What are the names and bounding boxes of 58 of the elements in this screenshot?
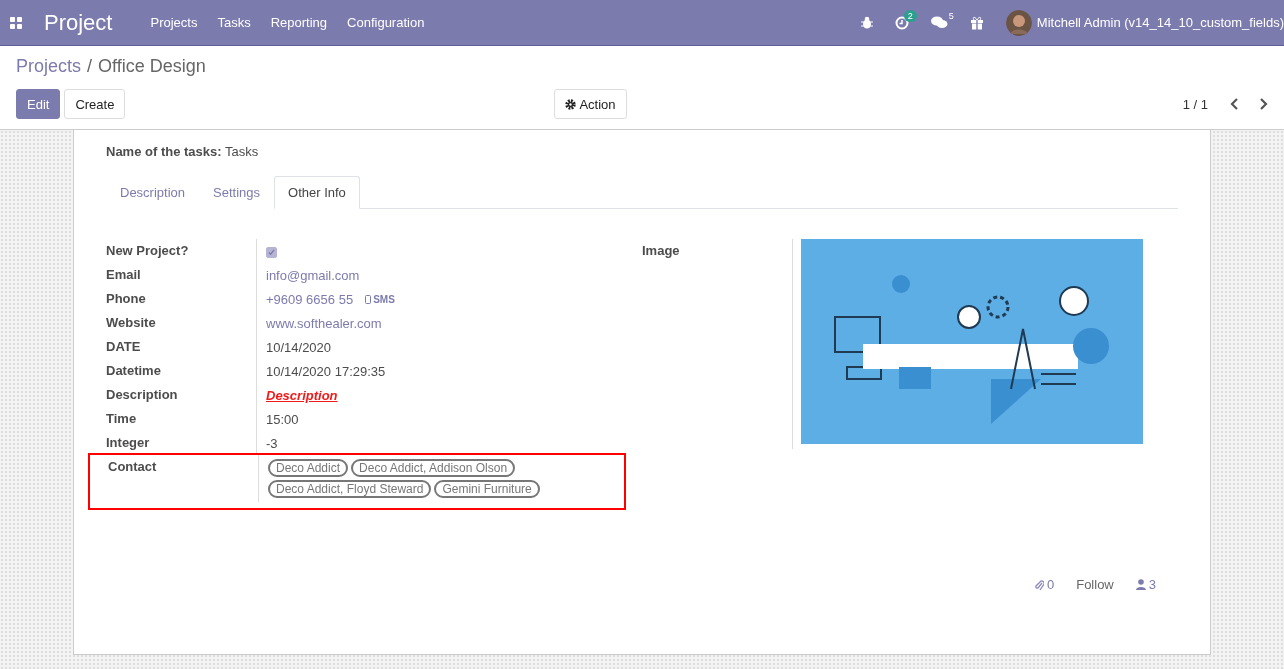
description-link[interactable]: Description [266,387,338,403]
clock-icon[interactable] [894,15,909,30]
tab[interactable]: Other Info [274,176,360,209]
menu-item[interactable]: Tasks [207,15,261,30]
breadcrumb-separator: / [87,56,93,77]
menu-item[interactable]: Projects [140,15,208,30]
gift-icon[interactable] [969,15,984,30]
gear-icon [565,98,577,110]
action-button[interactable]: Action [554,89,627,119]
field-label: Datetime [106,362,162,380]
phone-icon [365,294,372,304]
sms-button[interactable]: SMS [365,293,395,305]
user-menu[interactable]: Mitchell Admin (v14_14_10_custom_fields) [1036,15,1284,30]
contact-tag: Deco Addict, Addison Olson [351,459,516,477]
attachments-button[interactable]: 0 [1034,577,1055,592]
phone-link[interactable]: +9609 6656 55 [266,291,354,307]
chat-icon[interactable] [930,16,948,29]
activity-count-badge: 2 [903,9,917,22]
user-avatar[interactable] [1005,9,1032,36]
field-link[interactable]: info@gmail.com [266,267,360,283]
field-label: Time [106,410,138,428]
field-label: Contact [108,458,158,476]
field-value: Tasks [225,144,259,159]
field-label: Email [106,266,142,284]
breadcrumb-item[interactable]: Projects [16,56,82,77]
contact-tag: Gemini Furniture [434,480,540,498]
field-value: 15:00 [266,411,299,427]
field-label: Name of the tasks: [106,144,222,159]
field-value: 10/14/2020 17:29:35 [266,363,386,379]
app-name[interactable]: Project [44,9,113,36]
pager: 1 / 1 [1182,96,1208,112]
field-label: New Project? [106,242,190,260]
field-label: Phone [106,290,147,308]
menu-item[interactable]: Reporting [260,15,338,30]
breadcrumb-item: Office Design [98,56,206,77]
field-label: Description [106,386,179,404]
contact-tag: Deco Addict, Floyd Steward [268,480,432,498]
paperclip-icon [1034,578,1044,591]
menu-item[interactable]: Configuration [337,15,435,30]
edit-button[interactable]: Edit [16,89,61,119]
field-value: -3 [266,435,278,451]
checkbox[interactable] [266,246,277,258]
previous-icon[interactable] [1230,98,1240,110]
field-label: Image [642,242,681,260]
follow-button[interactable]: Follow [1076,577,1114,592]
create-button[interactable]: Create [64,89,126,119]
field-label: DATE [106,338,142,356]
field-label: Integer [106,434,151,452]
apps-menu-icon[interactable] [10,16,22,29]
followers-button[interactable]: 3 [1135,577,1156,592]
field-label: Website [106,314,157,332]
message-count: 5 [947,10,955,22]
field-value: 10/14/2020 [266,339,332,355]
field-link[interactable]: www.softhealer.com [266,315,382,331]
bug-icon[interactable] [860,16,873,29]
next-icon[interactable] [1258,98,1268,110]
person-icon [1135,579,1146,590]
contact-tag: Deco Addict [268,459,349,477]
